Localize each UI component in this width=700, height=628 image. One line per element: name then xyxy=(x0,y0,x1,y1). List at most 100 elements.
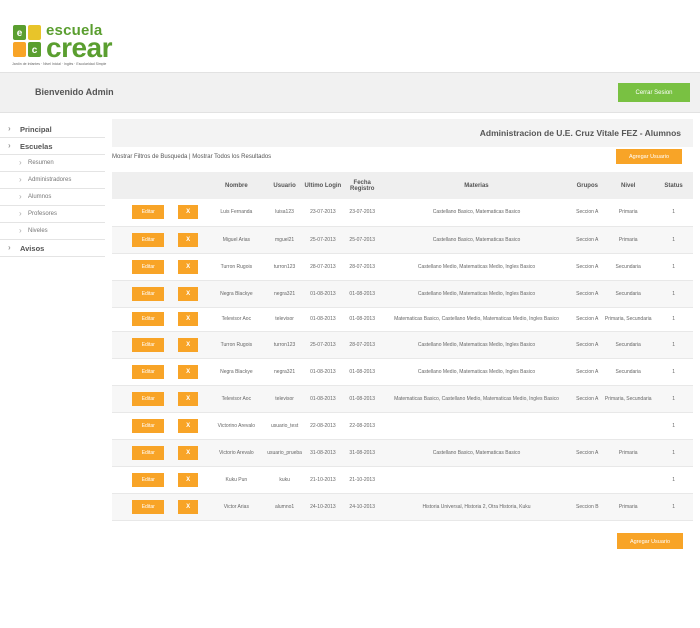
cell-fecha-registro: 23-07-2013 xyxy=(343,199,381,227)
col-edit xyxy=(125,172,171,199)
cell-materias: Castellano Medio, Matematicas Medio, Ing… xyxy=(380,331,573,359)
edit-button-cell: Editar xyxy=(125,331,171,359)
spacer xyxy=(112,358,126,386)
delete-button[interactable]: X xyxy=(178,391,199,406)
filter-links[interactable]: Mostrar Filtros de Busqueda | Mostrar To… xyxy=(112,154,271,160)
col-nombre[interactable]: Nombre xyxy=(205,172,268,199)
cell-usuario: negra321 xyxy=(267,358,302,386)
delete-button-cell: X xyxy=(170,439,206,467)
sidebar-subitem-label: Niveles xyxy=(28,228,48,234)
delete-button[interactable]: X xyxy=(178,472,199,487)
col-grupos[interactable]: Grupos xyxy=(572,172,603,199)
edit-button[interactable]: Editar xyxy=(132,499,165,514)
edit-button[interactable]: Editar xyxy=(132,232,165,247)
spacer xyxy=(112,439,126,467)
edit-button-cell: Editar xyxy=(125,307,171,332)
cell-nombre: Turron Rugois xyxy=(205,331,268,359)
edit-button[interactable]: Editar xyxy=(132,259,165,274)
spacer xyxy=(112,331,126,359)
col-delete xyxy=(170,172,206,199)
edit-button[interactable]: Editar xyxy=(132,445,165,460)
spacer xyxy=(112,412,126,440)
edit-button[interactable]: Editar xyxy=(132,418,165,433)
edit-button[interactable]: Editar xyxy=(132,337,165,352)
sidebar-subitem-resumen[interactable]: › Resumen xyxy=(0,155,105,172)
cell-status: 1 xyxy=(654,358,693,386)
table-row: Editar X Negra Blackye negra321 01-08-2013 01… xyxy=(112,358,693,386)
delete-button[interactable]: X xyxy=(178,364,199,379)
sidebar-item-principal[interactable]: › Principal xyxy=(0,121,105,138)
cell-materias: Castellano Basico, Matematicas Basico xyxy=(380,226,573,254)
delete-button[interactable]: X xyxy=(178,499,199,514)
sidebar-item-escuelas[interactable]: › Escuelas xyxy=(0,138,105,155)
cell-ultimo-login: 28-07-2013 xyxy=(301,253,344,281)
edit-button[interactable]: Editar xyxy=(132,205,165,220)
sidebar-item-avisos[interactable]: › Avisos xyxy=(0,240,105,257)
page-title-bar: Administracion de U.E. Cruz Vitale FEZ -… xyxy=(112,119,693,147)
spacer xyxy=(112,493,126,521)
sidebar-subitem-alumnos[interactable]: › Alumnos xyxy=(0,189,105,206)
delete-button[interactable]: X xyxy=(178,286,199,301)
cell-usuario: turron123 xyxy=(267,253,302,281)
cell-status: 1 xyxy=(654,307,693,332)
col-status[interactable]: Status xyxy=(654,172,693,199)
cell-status: 1 xyxy=(654,280,693,308)
col-ultimo-login[interactable]: Ultimo Login xyxy=(301,172,344,199)
sidebar-subitem-profesores[interactable]: › Profesores xyxy=(0,206,105,223)
delete-button[interactable]: X xyxy=(178,232,199,247)
table-header-row: Nombre Usuario Ultimo Login Fecha Regist… xyxy=(112,172,693,199)
delete-button-cell: X xyxy=(170,358,206,386)
cell-materias: Castellano Medio, Matematicas Medio, Ing… xyxy=(380,253,573,281)
delete-button[interactable]: X xyxy=(178,337,199,352)
cell-nombre: Luis Fernanda xyxy=(205,199,268,227)
delete-button[interactable]: X xyxy=(178,312,199,326)
spacer xyxy=(112,466,126,494)
users-table: Nombre Usuario Ultimo Login Fecha Regist… xyxy=(112,172,693,521)
edit-button[interactable]: Editar xyxy=(132,312,165,326)
edit-button[interactable]: Editar xyxy=(132,286,165,301)
table-row: Editar X Turron Rugois turron123 25-07-2013 2… xyxy=(112,331,693,359)
col-nivel[interactable]: Nivel xyxy=(602,172,655,199)
delete-button[interactable]: X xyxy=(178,259,199,274)
logout-button[interactable]: Cerrar Sesion xyxy=(618,83,690,102)
col-usuario[interactable]: Usuario xyxy=(267,172,302,199)
delete-button-cell: X xyxy=(170,280,206,308)
cell-fecha-registro: 22-08-2013 xyxy=(343,412,381,440)
spacer xyxy=(112,385,126,413)
col-materias[interactable]: Materias xyxy=(380,172,573,199)
cell-nivel: Primaria, Secundaria xyxy=(602,385,655,413)
svg-text:c: c xyxy=(32,45,38,56)
edit-button[interactable]: Editar xyxy=(132,364,165,379)
cell-fecha-registro: 28-07-2013 xyxy=(343,253,381,281)
brand-logo[interactable]: e c escuela crear Jardín de Infantes · N… xyxy=(12,22,122,68)
chevron-right-icon: › xyxy=(19,158,22,167)
sidebar-subitem-administradores[interactable]: › Administradores xyxy=(0,172,105,189)
col-fecha-registro[interactable]: Fecha Registro xyxy=(343,172,381,199)
sidebar-item-label: Principal xyxy=(20,125,52,134)
cell-nivel: Secundaria xyxy=(602,253,655,281)
cell-nivel: Primaria xyxy=(602,439,655,467)
cell-ultimo-login: 25-07-2013 xyxy=(301,331,344,359)
delete-button[interactable]: X xyxy=(178,205,199,220)
table-row: Editar X Televisor Aoc televisor 01-08-2013 0… xyxy=(112,385,693,413)
edit-button-cell: Editar xyxy=(125,439,171,467)
cell-usuario: televisor xyxy=(267,385,302,413)
delete-button-cell: X xyxy=(170,253,206,281)
svg-text:e: e xyxy=(17,28,23,39)
edit-button[interactable]: Editar xyxy=(132,472,165,487)
cell-nivel xyxy=(602,466,655,494)
cell-grupos: Seccion A xyxy=(572,226,603,254)
cell-usuario: televisor xyxy=(267,307,302,332)
cell-status: 1 xyxy=(654,331,693,359)
delete-button[interactable]: X xyxy=(178,418,199,433)
add-user-button-top[interactable]: Agregar Usuario xyxy=(616,149,682,164)
cell-ultimo-login: 01-08-2013 xyxy=(301,358,344,386)
add-user-button-bottom[interactable]: Agregar Usuario xyxy=(617,533,683,549)
delete-button[interactable]: X xyxy=(178,445,199,460)
edit-button[interactable]: Editar xyxy=(132,391,165,406)
cell-usuario: mguel21 xyxy=(267,226,302,254)
delete-button-cell: X xyxy=(170,199,206,227)
cell-materias: Castellano Medio, Matematicas Medio, Ing… xyxy=(380,358,573,386)
sidebar-subitem-niveles[interactable]: › Niveles xyxy=(0,223,105,240)
cell-status: 1 xyxy=(654,385,693,413)
